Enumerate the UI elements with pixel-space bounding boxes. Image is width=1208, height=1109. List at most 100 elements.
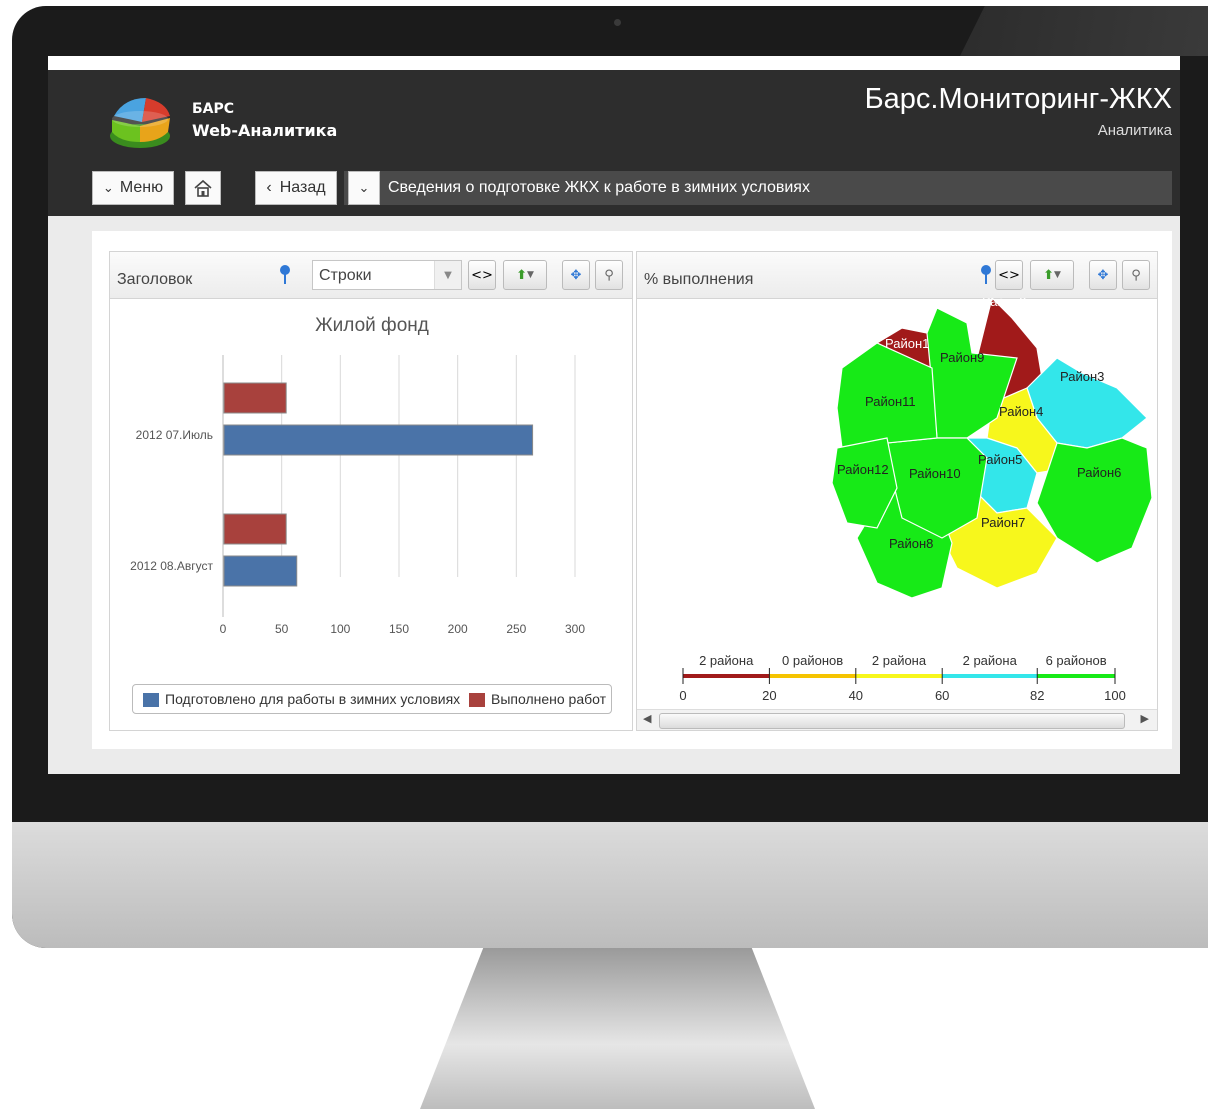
map-panel-header: % выполнения <> ⬆ ▼ ✥ ⚲	[637, 252, 1157, 299]
code-icon: <>	[471, 267, 493, 283]
move-icon: ✥	[570, 267, 582, 283]
pin-icon[interactable]	[278, 264, 292, 286]
home-button[interactable]	[185, 171, 221, 205]
region-label: Район12	[837, 462, 889, 477]
region-label: Район2	[982, 298, 1026, 309]
app-subtitle: Аналитика	[1097, 122, 1172, 139]
pin-icon[interactable]	[979, 264, 993, 286]
x-tick-label: 0	[220, 622, 227, 636]
x-tick-label: 150	[389, 622, 409, 636]
export-icon: ⬆	[1043, 267, 1054, 283]
monitor-stand	[420, 948, 815, 1109]
x-tick-label: 250	[506, 622, 526, 636]
zoom-button[interactable]: ⚲	[1122, 260, 1150, 290]
bar-chart-panel: Заголовок Строки ▼ <> ⬆ ▼ ✥ ⚲ Жилой фонд…	[109, 251, 633, 731]
breadcrumb-text: Сведения о подготовке ЖКХ к работе в зим…	[388, 179, 810, 196]
move-button[interactable]: ✥	[562, 260, 590, 290]
region-label: Район11	[865, 394, 916, 409]
bar[interactable]	[223, 513, 287, 545]
app-header: БАРС Web-Аналитика Барс.Мониторинг-ЖКХ А…	[48, 70, 1180, 216]
move-button[interactable]: ✥	[1089, 260, 1117, 290]
scale-band-label: 2 района	[699, 653, 754, 668]
scale-band-label: 2 района	[872, 653, 927, 668]
scale-tick-label: 40	[849, 688, 863, 703]
map-region[interactable]	[1036, 437, 1153, 564]
back-label: Назад	[279, 179, 326, 196]
region-label: Район1	[885, 336, 929, 351]
screen-glare	[960, 6, 1208, 56]
x-tick-label: 200	[448, 622, 468, 636]
scale-band	[1037, 674, 1115, 678]
export-button[interactable]: ⬆ ▼	[503, 260, 547, 290]
legend-swatch-series1	[143, 693, 159, 707]
code-icon: <>	[998, 267, 1020, 283]
scale-band-label: 2 района	[963, 653, 1018, 668]
map-panel-title: % выполнения	[644, 271, 754, 288]
chevron-left-icon: ‹	[266, 179, 272, 196]
code-toggle-button[interactable]: <>	[995, 260, 1023, 290]
chevron-down-icon: ⌄	[102, 180, 114, 195]
bar-chart-legend: Подготовлено для работы в зимних условия…	[132, 684, 612, 714]
menu-button[interactable]: ⌄ Меню	[92, 171, 174, 205]
region-label: Район10	[909, 466, 961, 481]
x-tick-label: 300	[565, 622, 585, 636]
code-toggle-button[interactable]: <>	[468, 260, 496, 290]
move-icon: ✥	[1097, 267, 1109, 283]
region-label: Район5	[978, 452, 1022, 467]
magnifier-icon: ⚲	[1131, 267, 1141, 283]
chevron-down-icon: ▼	[434, 261, 461, 289]
bar[interactable]	[223, 424, 534, 456]
scale-band	[769, 674, 856, 678]
bar-chart: Жилой фонд 0 50 100 150 200 250 300 2012 07.Июль…	[130, 315, 585, 636]
logo-icon	[110, 98, 170, 148]
scale-tick-label: 60	[935, 688, 949, 703]
legend-swatch-series2	[469, 693, 485, 707]
camera-dot	[614, 19, 621, 26]
nav-bar: ⌄ Меню ‹ Назад ⌄ Сведения о подготовке Ж…	[92, 171, 1172, 207]
map-scale: 2 района 0 районов 2 района 2 района 6 район…	[679, 653, 1126, 703]
zoom-button[interactable]: ⚲	[595, 260, 623, 290]
chevron-down-icon: ⌄	[358, 180, 370, 195]
bar[interactable]	[223, 555, 298, 587]
category-label: 2012 07.Июль	[136, 428, 213, 442]
home-icon	[194, 179, 212, 197]
map-scrollbar[interactable]: ◀ ▶	[637, 709, 1157, 730]
region-label: Район3	[1060, 369, 1104, 384]
x-tick-label: 100	[330, 622, 350, 636]
scale-tick-label: 0	[679, 688, 686, 703]
bar[interactable]	[223, 382, 287, 414]
scroll-left-icon[interactable]: ◀	[643, 712, 651, 725]
chevron-down-icon: ▼	[526, 270, 534, 280]
chart-title: Жилой фонд	[315, 315, 429, 336]
brand-line1: БАРС	[192, 101, 235, 117]
district-map[interactable]: Район1 Район2 Район3 Район4 Район5 Район6 Райо…	[637, 298, 1157, 638]
export-icon: ⬆	[516, 267, 527, 283]
region-label: Район7	[981, 515, 1025, 530]
region-label: Район4	[999, 404, 1043, 419]
bar-panel-title: Заголовок	[117, 271, 193, 288]
region-label: Район6	[1077, 465, 1121, 480]
region-label: Район9	[940, 350, 984, 365]
scale-tick-label: 100	[1104, 688, 1126, 703]
scroll-right-icon[interactable]: ▶	[1141, 712, 1149, 725]
scrollbar-thumb[interactable]	[659, 713, 1125, 729]
scale-band	[855, 674, 943, 678]
scale-band	[683, 674, 770, 678]
map-panel: % выполнения <> ⬆ ▼ ✥ ⚲ Район1 Район2 Район…	[636, 251, 1158, 731]
chevron-down-icon: ▼	[1053, 270, 1061, 280]
app-screen: БАРС Web-Аналитика Барс.Мониторинг-ЖКХ А…	[48, 56, 1180, 774]
brand-line2: Web-Аналитика	[192, 121, 338, 140]
magnifier-icon: ⚲	[604, 267, 614, 283]
breadcrumb-dropdown-button[interactable]: ⌄	[348, 171, 380, 205]
legend-label-series2: Выполнено работ	[491, 691, 607, 707]
content-area: Заголовок Строки ▼ <> ⬆ ▼ ✥ ⚲ Жилой фонд…	[48, 216, 1180, 774]
rows-select[interactable]: Строки ▼	[312, 260, 462, 290]
export-button[interactable]: ⬆ ▼	[1030, 260, 1074, 290]
dashboard-container: Заголовок Строки ▼ <> ⬆ ▼ ✥ ⚲ Жилой фонд…	[92, 231, 1172, 749]
region-label: Район8	[889, 536, 933, 551]
monitor-chin	[12, 822, 1208, 948]
category-label: 2012 08.Август	[130, 559, 213, 573]
back-button[interactable]: ‹ Назад	[255, 171, 337, 205]
scale-band-label: 0 районов	[782, 653, 843, 668]
scale-band-label: 6 районов	[1046, 653, 1107, 668]
